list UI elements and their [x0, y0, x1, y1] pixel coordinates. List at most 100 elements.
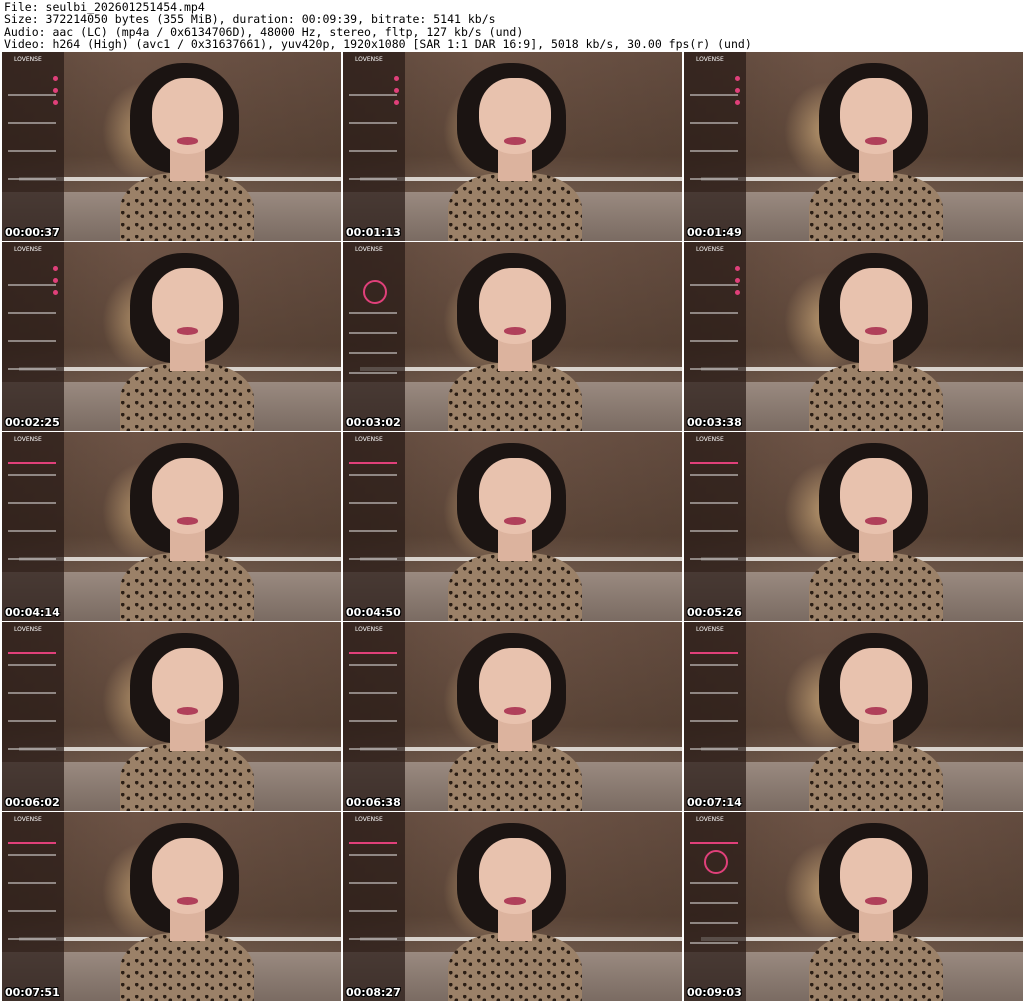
- video-thumbnail: LOVENSE 00:02:25: [2, 242, 341, 431]
- leopard-top: [120, 932, 255, 1001]
- thumbnail-timestamp: 00:04:50: [346, 606, 401, 619]
- overlay-row: [349, 530, 397, 532]
- overlay-row: [349, 664, 397, 666]
- overlay-row: [690, 882, 738, 884]
- lovense-logo: LOVENSE: [14, 246, 42, 253]
- thumbnail-timestamp: 00:07:51: [5, 986, 60, 999]
- overlay-row: [8, 558, 56, 560]
- video-thumbnail: LOVENSE 00:01:49: [684, 52, 1023, 241]
- video-thumbnail: LOVENSE 00:07:51: [2, 812, 341, 1001]
- overlay-row: [349, 332, 397, 334]
- overlay-row: [8, 854, 56, 856]
- thumbnail-timestamp: 00:03:38: [687, 416, 742, 429]
- overlay-dot-icon: [394, 76, 399, 81]
- lovense-overlay-panel: LOVENSE: [684, 622, 746, 811]
- overlay-row: [349, 150, 397, 152]
- overlay-row: [349, 502, 397, 504]
- lovense-logo: LOVENSE: [14, 56, 42, 63]
- leopard-top: [120, 552, 255, 621]
- lips: [176, 137, 199, 145]
- overlay-dot-icon: [53, 290, 58, 295]
- overlay-row: [349, 692, 397, 694]
- overlay-row: [8, 312, 56, 314]
- lovense-overlay-panel: LOVENSE: [2, 242, 64, 431]
- thumbnail-timestamp: 00:08:27: [346, 986, 401, 999]
- thumbnail-timestamp: 00:09:03: [687, 986, 742, 999]
- overlay-dot-icon: [735, 76, 740, 81]
- lovense-overlay-panel: LOVENSE: [343, 52, 405, 241]
- lovense-logo: LOVENSE: [355, 246, 383, 253]
- overlay-row: [349, 372, 397, 374]
- overlay-row: [8, 748, 56, 750]
- lovense-overlay-panel: LOVENSE: [2, 812, 64, 1001]
- thumbnail-timestamp: 00:06:38: [346, 796, 401, 809]
- lips: [865, 327, 888, 335]
- overlay-row: [8, 530, 56, 532]
- person-figure: [806, 633, 962, 811]
- lovense-logo: LOVENSE: [355, 626, 383, 633]
- person-figure: [806, 443, 962, 621]
- control-progress-line: [690, 462, 738, 464]
- person-figure: [445, 443, 601, 621]
- lovense-logo: LOVENSE: [696, 626, 724, 633]
- overlay-row: [690, 664, 738, 666]
- lovense-overlay-panel: LOVENSE: [684, 812, 746, 1001]
- lips: [865, 897, 888, 905]
- overlay-row: [690, 530, 738, 532]
- overlay-row: [8, 692, 56, 694]
- overlay-row: [690, 720, 738, 722]
- overlay-row: [349, 352, 397, 354]
- overlay-dot-icon: [53, 278, 58, 283]
- person-figure: [117, 63, 273, 241]
- lovense-logo: LOVENSE: [355, 56, 383, 63]
- lips: [176, 897, 199, 905]
- overlay-row: [690, 150, 738, 152]
- overlay-row: [8, 938, 56, 940]
- leopard-top: [447, 742, 582, 811]
- thumbnail-grid: LOVENSE 00:00:37 LOVENSE 00:01:13 LOVENS…: [2, 52, 1023, 1002]
- control-progress-line: [8, 652, 56, 654]
- video-thumbnail: LOVENSE 00:04:14: [2, 432, 341, 621]
- lips: [503, 327, 526, 335]
- lovense-logo: LOVENSE: [355, 816, 383, 823]
- control-progress-line: [349, 652, 397, 654]
- overlay-row: [690, 340, 738, 342]
- control-progress-line: [690, 652, 738, 654]
- lovense-overlay-panel: LOVENSE: [343, 812, 405, 1001]
- person-figure: [445, 823, 601, 1001]
- lovense-logo: LOVENSE: [696, 246, 724, 253]
- overlay-dot-icon: [735, 278, 740, 283]
- overlay-row: [690, 558, 738, 560]
- lips: [176, 517, 199, 525]
- video-thumbnail: LOVENSE 00:01:13: [343, 52, 682, 241]
- lovense-logo: LOVENSE: [14, 436, 42, 443]
- overlay-row: [349, 748, 397, 750]
- lovense-overlay-panel: LOVENSE: [2, 432, 64, 621]
- video-thumbnail: LOVENSE 00:09:03: [684, 812, 1023, 1001]
- leopard-top: [447, 172, 582, 241]
- leopard-top: [809, 552, 944, 621]
- control-progress-line: [349, 842, 397, 844]
- overlay-row: [349, 558, 397, 560]
- video-thumbnail: LOVENSE 00:06:38: [343, 622, 682, 811]
- thumbnail-timestamp: 00:00:37: [5, 226, 60, 239]
- video-thumbnail: LOVENSE 00:03:38: [684, 242, 1023, 431]
- lovense-logo: LOVENSE: [696, 56, 724, 63]
- leopard-top: [809, 742, 944, 811]
- thumbnail-timestamp: 00:01:49: [687, 226, 742, 239]
- control-progress-line: [8, 842, 56, 844]
- overlay-row: [349, 474, 397, 476]
- lovense-overlay-panel: LOVENSE: [343, 242, 405, 431]
- overlay-dot-icon: [735, 100, 740, 105]
- leopard-top: [809, 172, 944, 241]
- person-figure: [806, 63, 962, 241]
- overlay-row: [8, 910, 56, 912]
- lips: [865, 517, 888, 525]
- overlay-row: [690, 474, 738, 476]
- lips: [503, 517, 526, 525]
- overlay-dot-icon: [735, 266, 740, 271]
- leopard-top: [120, 172, 255, 241]
- lovense-logo: LOVENSE: [355, 436, 383, 443]
- leopard-top: [447, 552, 582, 621]
- person-figure: [445, 633, 601, 811]
